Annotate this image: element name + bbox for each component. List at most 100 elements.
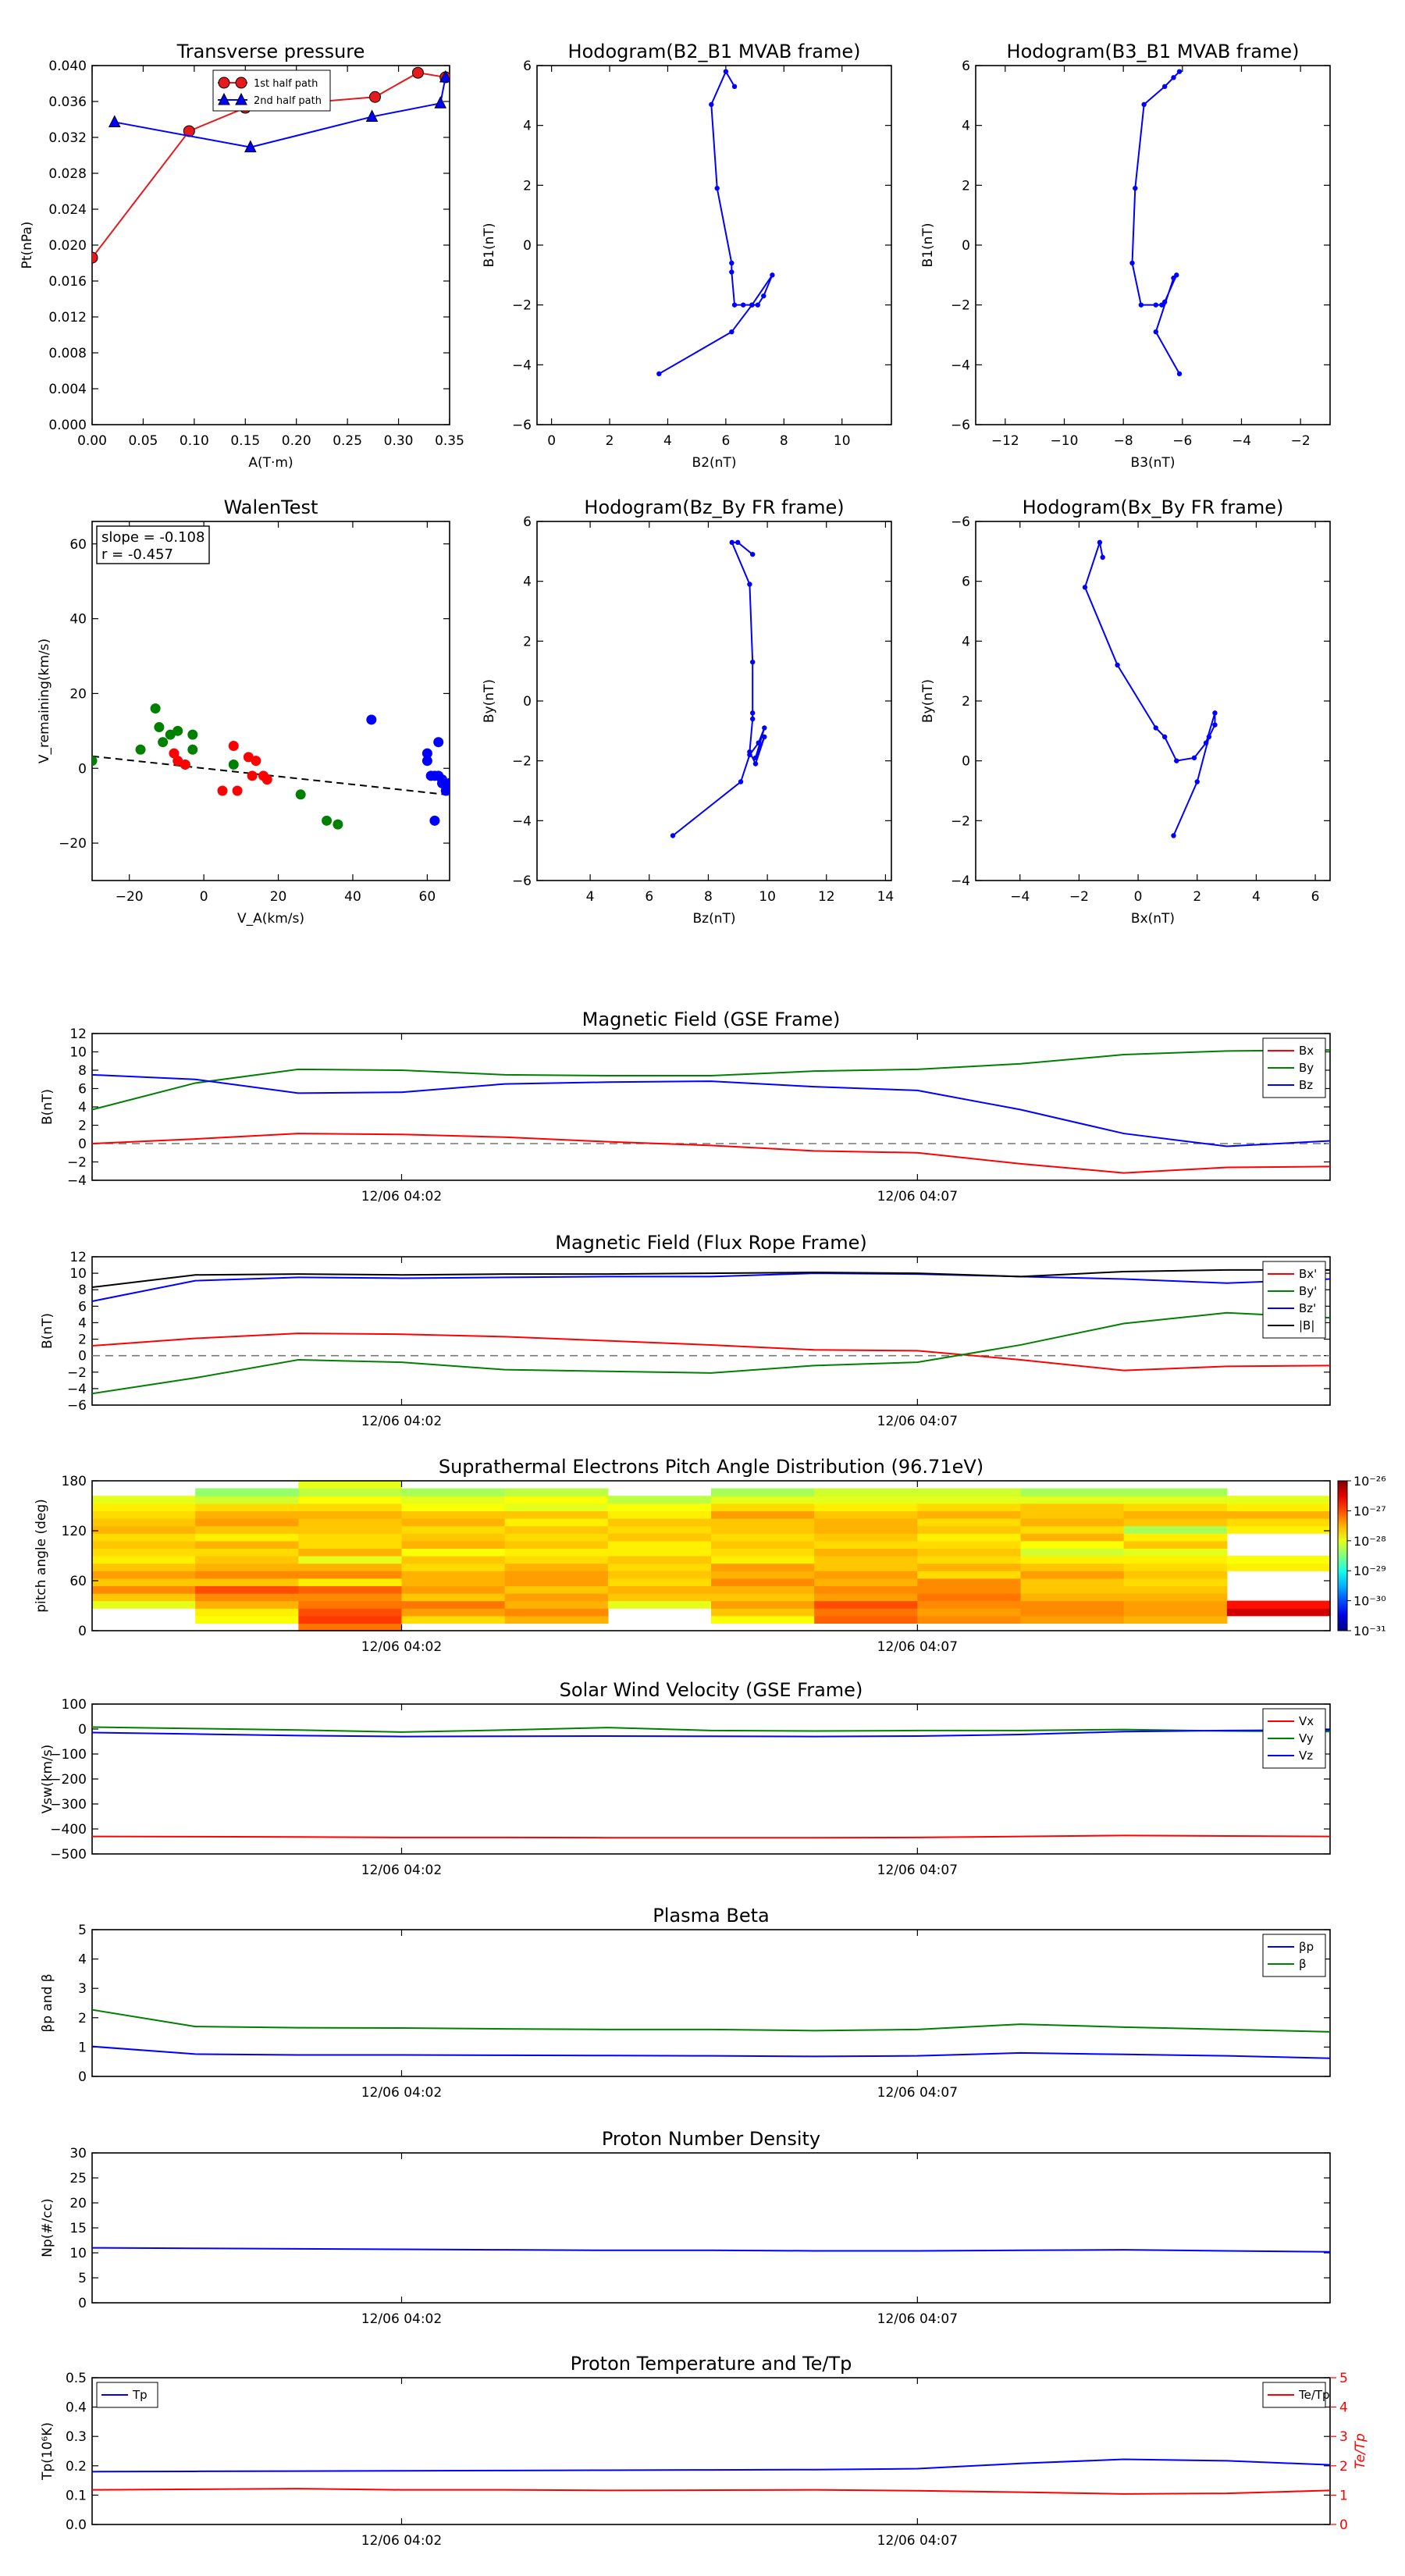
- legend-label: Bz: [1299, 1078, 1313, 1092]
- heatmap-cell: [607, 1571, 712, 1579]
- y-tick-label: 0: [78, 2296, 87, 2311]
- heatmap-cell: [814, 1525, 918, 1534]
- heatmap-cell: [814, 1488, 918, 1496]
- x-tick-label: −12: [991, 433, 1019, 449]
- y-tick-label: 6: [523, 514, 532, 530]
- heatmap-cell: [298, 1533, 403, 1542]
- colorbar: [1337, 1480, 1348, 1631]
- chart-body: [92, 703, 450, 830]
- y-tick-label: 0.024: [48, 202, 87, 218]
- x-tick-label: 12/06 04:02: [361, 2311, 442, 2327]
- heatmap-cell: [711, 1518, 815, 1527]
- data-point: [756, 740, 761, 745]
- chart-title: Plasma Beta: [653, 1905, 769, 1927]
- heatmap-cell: [504, 1556, 609, 1564]
- data-point: [1191, 755, 1197, 761]
- heatmap-cell: [917, 1563, 1022, 1571]
- heatmap-cell: [1020, 1608, 1125, 1617]
- data-point: [247, 770, 258, 781]
- x-tick-label: 6: [645, 889, 653, 905]
- data-point: [1129, 260, 1135, 266]
- heatmap-cell: [92, 1556, 196, 1564]
- series-line: [658, 69, 774, 375]
- x-tick-label: 6: [1311, 889, 1320, 905]
- y-axis-label: V_remaining(km/s): [37, 639, 52, 763]
- heatmap-cell: [607, 1533, 712, 1542]
- data-point: [762, 725, 767, 731]
- legend-box: [1262, 1934, 1326, 1977]
- x-tick-label: 12/06 04:02: [361, 2533, 442, 2549]
- colorbar-tick-label: 10⁻²⁶: [1353, 1474, 1386, 1489]
- heatmap-cell: [195, 1593, 299, 1602]
- data-point: [731, 302, 738, 308]
- colorbar-tick-label: 10⁻²⁹: [1353, 1564, 1386, 1578]
- heatmap-cell: [298, 1481, 403, 1489]
- heatmap-cell: [917, 1488, 1022, 1496]
- heatmap-cell: [1123, 1548, 1228, 1557]
- data-point: [1212, 710, 1218, 716]
- data-point: [1133, 185, 1138, 191]
- x-tick-label: 4: [663, 433, 672, 449]
- x-tick-label: 8: [780, 433, 788, 449]
- data-point: [741, 302, 746, 308]
- heatmap-cell: [814, 1578, 918, 1586]
- heatmap-cell: [1226, 1503, 1331, 1511]
- y-axis-label: B1(nT): [920, 223, 936, 268]
- y-axis-label: B1(nT): [482, 223, 497, 268]
- y-tick-label: 4: [78, 1952, 87, 1968]
- data-point: [1138, 302, 1144, 308]
- heatmap-cell: [195, 1540, 299, 1549]
- heatmap-cell: [195, 1578, 299, 1586]
- heatmap-cell: [298, 1615, 403, 1624]
- heatmap-cell: [401, 1496, 506, 1504]
- y-tick-label: −2: [512, 754, 532, 770]
- y-tick-label: 10: [69, 2246, 87, 2261]
- data-point: [1176, 371, 1183, 377]
- heatmap-cell: [298, 1585, 403, 1594]
- x-tick-label: 14: [877, 889, 895, 905]
- y-tick-label: 0: [962, 754, 970, 770]
- y-tick-label: −4: [951, 358, 970, 373]
- y-tick-label: 0.016: [48, 274, 87, 290]
- data-point: [92, 756, 98, 767]
- x-tick-label: 0: [547, 433, 556, 449]
- y-tick-label: 10: [69, 1045, 87, 1061]
- chart-title: Proton Temperature and Te/Tp: [571, 2353, 852, 2375]
- data-point: [735, 539, 741, 546]
- heatmap-cell: [1123, 1593, 1228, 1602]
- chart-beta: Plasma Beta 12/06 04:02 12/06 04:07 0 1 2 3 4 5 β…: [40, 1905, 1331, 2101]
- heatmap-cell: [1123, 1525, 1228, 1534]
- data-point: [1161, 84, 1168, 90]
- y-tick-label: 0.3: [66, 2429, 87, 2445]
- heatmap-cell: [195, 1488, 299, 1496]
- data-point: [749, 302, 755, 308]
- y-tick-label: 0.020: [48, 238, 87, 254]
- heatmap-cell: [298, 1556, 403, 1564]
- series-line: [92, 1049, 1330, 1111]
- y-tick-label: 3: [78, 1981, 87, 1997]
- heatmap-cell: [401, 1518, 506, 1527]
- heatmap-cell: [711, 1578, 815, 1586]
- heatmap-cell: [401, 1510, 506, 1519]
- data-point: [1206, 734, 1212, 740]
- heatmap-cell: [298, 1496, 403, 1504]
- chart-body: [92, 1268, 1330, 1395]
- chart-title: Magnetic Field (GSE Frame): [582, 1009, 841, 1030]
- y-tick-label: 15: [69, 2221, 87, 2236]
- heatmap-cell: [814, 1571, 918, 1579]
- x-tick-label: 12/06 04:02: [361, 1189, 442, 1204]
- legend-label: βp: [1299, 1940, 1314, 1954]
- y-tick-label: −4: [951, 873, 970, 889]
- chart-pad: Suprathermal Electrons Pitch Angle Distr…: [34, 1456, 1386, 1655]
- data-point: [1082, 585, 1088, 590]
- heatmap-cell: [814, 1496, 918, 1504]
- heatmap-cell: [92, 1518, 196, 1527]
- data-point: [1115, 662, 1120, 668]
- x-axis-label: Bx(nT): [1131, 911, 1175, 927]
- heatmap-cell: [1020, 1578, 1125, 1586]
- data-point: [1203, 740, 1209, 745]
- legend-label: Bx: [1299, 1044, 1314, 1058]
- heatmap-cell: [1020, 1563, 1125, 1571]
- y-tick-label: 0.032: [48, 130, 87, 146]
- x-tick-label: 6: [721, 433, 730, 449]
